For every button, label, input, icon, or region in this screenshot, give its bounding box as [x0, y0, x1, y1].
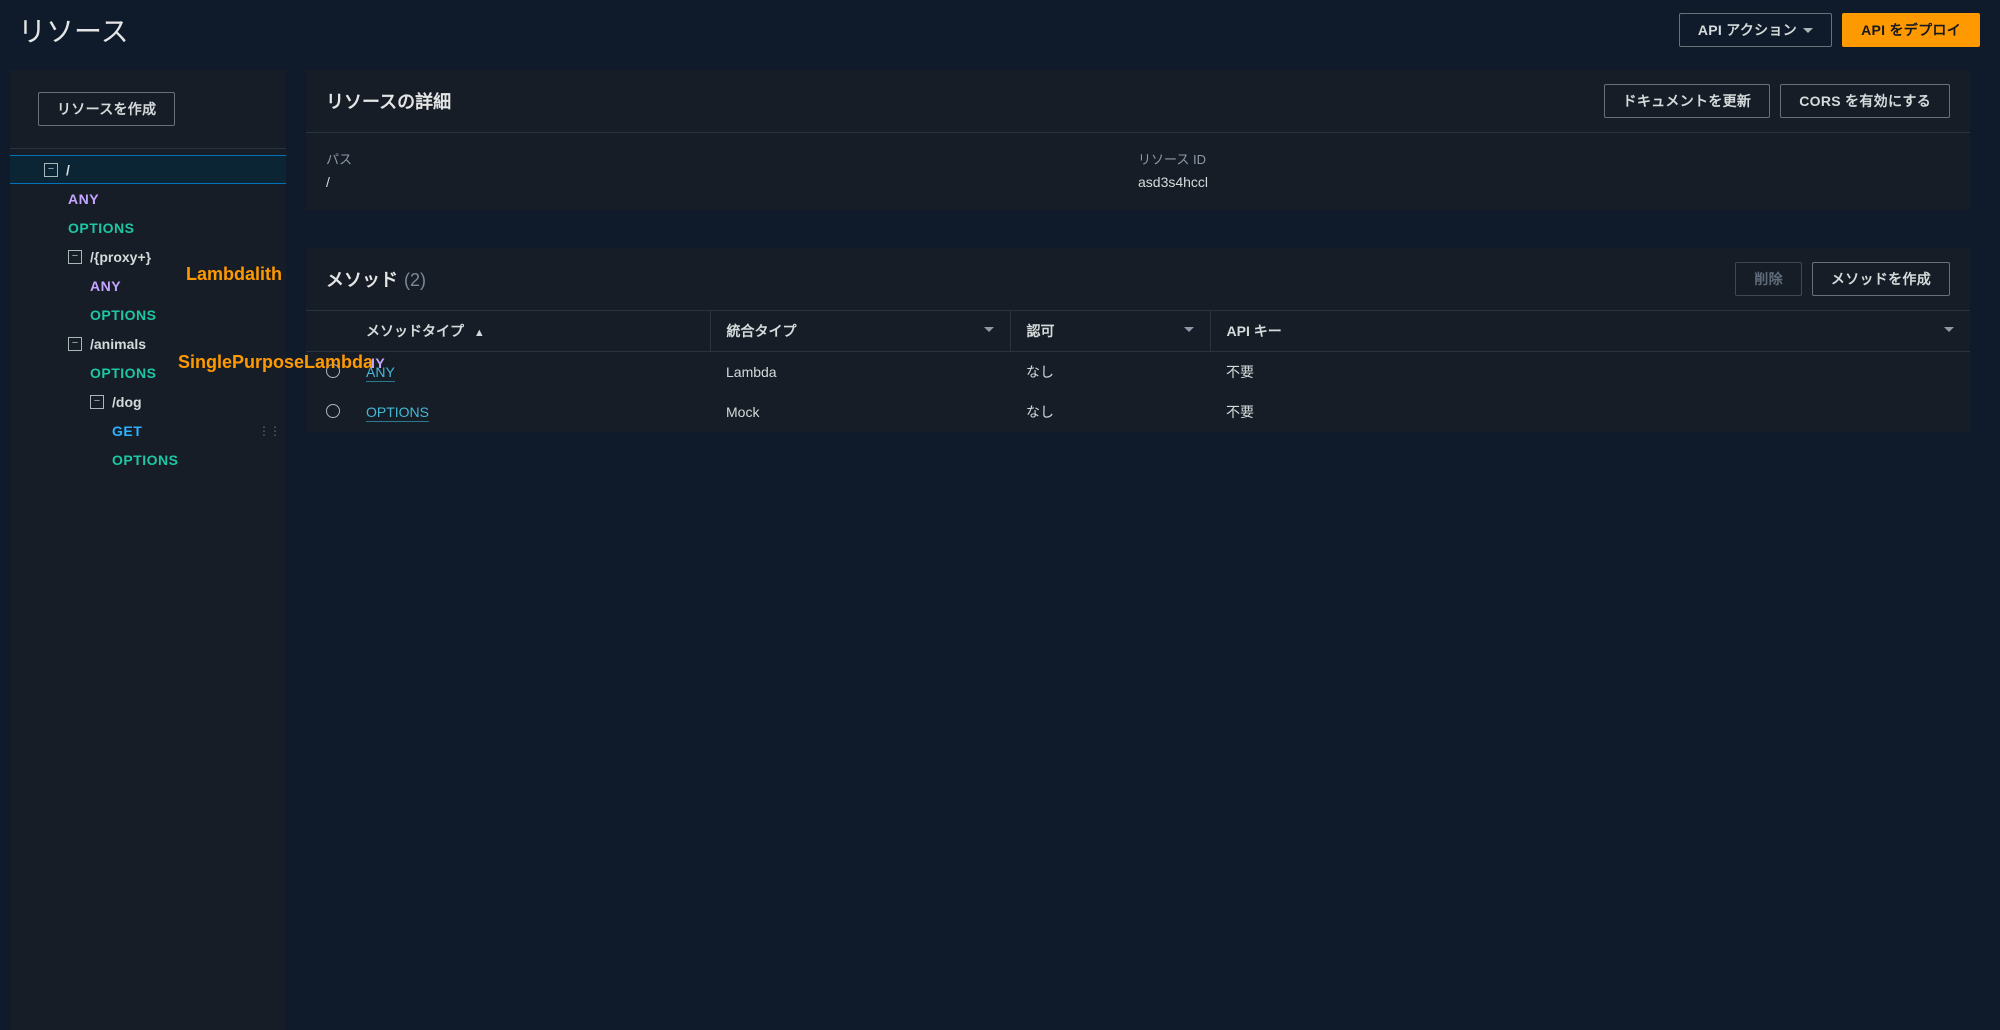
table-row[interactable]: ANY Lambda なし 不要: [306, 352, 1970, 393]
resource-id-field: リソース ID asd3s4hccl: [1138, 149, 1950, 190]
tree-node-root-options[interactable]: OPTIONS: [10, 213, 286, 242]
resource-id-value: asd3s4hccl: [1138, 174, 1950, 190]
path-field: パス /: [326, 149, 1138, 190]
tree-label-animals: /animals: [90, 336, 146, 352]
col-api-key[interactable]: API キー: [1210, 311, 1970, 352]
cell-apikey: 不要: [1210, 352, 1970, 393]
resource-details-panel: リソースの詳細 ドキュメントを更新 CORS を有効にする パス / リソース …: [306, 70, 1970, 210]
method-any: ANY: [90, 278, 121, 294]
drag-handle-icon[interactable]: ⋮⋮: [258, 424, 280, 438]
method-options: OPTIONS: [68, 220, 135, 236]
col-integration-type[interactable]: 統合タイプ: [710, 311, 1010, 352]
row-radio[interactable]: [326, 404, 340, 418]
method-options: OPTIONS: [90, 307, 157, 323]
col-authorization[interactable]: 認可: [1010, 311, 1210, 352]
tree-label-proxy: /{proxy+}: [90, 249, 151, 265]
tree-node-dog-options[interactable]: OPTIONS: [10, 445, 286, 474]
tree-node-proxy[interactable]: − /{proxy+}: [10, 242, 286, 271]
cell-auth: なし: [1010, 352, 1210, 393]
method-options: OPTIONS: [112, 452, 179, 468]
chevron-down-icon: [1803, 28, 1813, 33]
collapse-icon[interactable]: −: [90, 395, 104, 409]
methods-table: メソッドタイプ ▲ 統合タイプ 認可 API キー: [306, 310, 1970, 432]
tree-label-dog: /dog: [112, 394, 142, 410]
cell-integration: Mock: [710, 392, 1010, 432]
collapse-icon[interactable]: −: [44, 163, 58, 177]
resource-tree-sidebar: リソースを作成 − / ANY OPTIONS − /{proxy+} ANY …: [10, 70, 286, 1030]
create-resource-button[interactable]: リソースを作成: [38, 92, 175, 126]
resource-tree: − / ANY OPTIONS − /{proxy+} ANY OPTIONS …: [10, 149, 286, 474]
method-link-any[interactable]: ANY: [366, 364, 395, 382]
api-actions-label: API アクション: [1698, 20, 1797, 40]
table-row[interactable]: OPTIONS Mock なし 不要: [306, 392, 1970, 432]
resource-details-title: リソースの詳細: [326, 88, 451, 114]
method-link-options[interactable]: OPTIONS: [366, 404, 429, 422]
tree-node-proxy-any[interactable]: ANY: [10, 271, 286, 300]
path-value: /: [326, 174, 1138, 190]
deploy-api-button[interactable]: API をデプロイ: [1842, 13, 1980, 47]
update-docs-button[interactable]: ドキュメントを更新: [1604, 84, 1771, 118]
method-get: GET: [112, 423, 142, 439]
row-radio[interactable]: [326, 364, 340, 378]
page-title: リソース: [18, 10, 129, 50]
tree-label-root: /: [66, 162, 70, 178]
methods-panel: メソッド (2) 削除 メソッドを作成 メソッドタイプ ▲: [306, 248, 1970, 432]
tree-node-root[interactable]: − /: [10, 155, 286, 184]
filter-icon[interactable]: [1944, 327, 1954, 332]
create-method-button[interactable]: メソッドを作成: [1812, 262, 1950, 296]
api-actions-button[interactable]: API アクション: [1679, 13, 1832, 47]
tree-node-root-any[interactable]: ANY: [10, 184, 286, 213]
tree-node-dog-get[interactable]: GET ⋮⋮: [10, 416, 286, 445]
delete-method-button[interactable]: 削除: [1735, 262, 1802, 296]
enable-cors-button[interactable]: CORS を有効にする: [1780, 84, 1950, 118]
tree-node-proxy-options[interactable]: OPTIONS: [10, 300, 286, 329]
cell-integration: Lambda: [710, 352, 1010, 393]
cell-auth: なし: [1010, 392, 1210, 432]
tree-node-dog[interactable]: − /dog: [10, 387, 286, 416]
tree-node-animals-options[interactable]: OPTIONS: [10, 358, 286, 387]
method-options: OPTIONS: [90, 365, 157, 381]
resource-id-label: リソース ID: [1138, 149, 1950, 168]
methods-title: メソッド: [326, 266, 398, 292]
collapse-icon[interactable]: −: [68, 250, 82, 264]
filter-icon[interactable]: [1184, 327, 1194, 332]
sort-asc-icon: ▲: [474, 327, 485, 339]
methods-count: (2): [404, 270, 426, 291]
collapse-icon[interactable]: −: [68, 337, 82, 351]
filter-icon[interactable]: [984, 327, 994, 332]
cell-apikey: 不要: [1210, 392, 1970, 432]
method-any: ANY: [68, 191, 99, 207]
path-label: パス: [326, 149, 1138, 168]
col-method-type[interactable]: メソッドタイプ ▲: [360, 311, 710, 352]
tree-node-animals[interactable]: − /animals: [10, 329, 286, 358]
